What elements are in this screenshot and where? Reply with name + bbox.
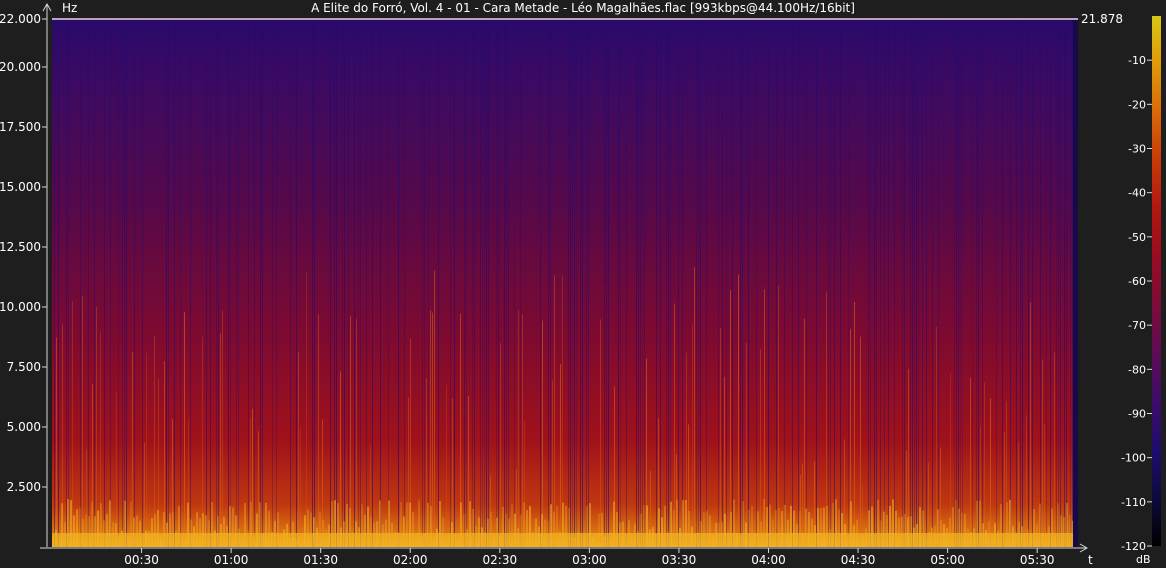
y-axis-label: Hz bbox=[62, 1, 77, 15]
x-tick-label: 03:30 bbox=[662, 553, 697, 567]
colorbar-tick-label: -80 bbox=[1128, 363, 1146, 376]
colorbar-tick-label: -20 bbox=[1128, 98, 1146, 111]
y-tick-label: 7.500 bbox=[7, 360, 41, 374]
spectrogram-area bbox=[52, 19, 1078, 547]
spectrogram-chart: A Elite do Forró, Vol. 4 - 01 - Cara Met… bbox=[0, 1, 1161, 567]
cutoff-label: 21.878 bbox=[1081, 12, 1123, 26]
x-tick-label: 01:30 bbox=[303, 553, 338, 567]
colorbar-tick-label: -10 bbox=[1128, 54, 1146, 67]
y-tick-label: 2.500 bbox=[7, 480, 41, 494]
x-tick-label: 05:00 bbox=[930, 553, 965, 567]
colorbar-tick-label: -40 bbox=[1128, 187, 1146, 200]
chart-title: A Elite do Forró, Vol. 4 - 01 - Cara Met… bbox=[311, 1, 855, 15]
y-tick-label: 22.000 bbox=[0, 12, 41, 26]
x-tick-label: 00:30 bbox=[124, 553, 159, 567]
x-tick-label: 02:30 bbox=[483, 553, 518, 567]
colorbar-tick-label: -100 bbox=[1121, 452, 1146, 465]
colorbar-tick-label: -30 bbox=[1128, 143, 1146, 156]
x-tick-label: 03:00 bbox=[572, 553, 607, 567]
x-tick-label: 05:30 bbox=[1020, 553, 1055, 567]
x-tick-label: 01:00 bbox=[214, 553, 249, 567]
x-tick-label: 02:00 bbox=[393, 553, 428, 567]
x-axis-ticks: 00:30 01:00 01:30 02:00 02:30 03:00 03:30 04:00… bbox=[124, 548, 1054, 567]
y-tick-label: 5.000 bbox=[7, 420, 41, 434]
colorbar: -10-20-30-40-50-60-70-80-90-100-110-120 … bbox=[1121, 16, 1161, 566]
y-tick-label: 17.500 bbox=[0, 120, 41, 134]
y-axis-ticks: 22.000 20.000 17.500 15.000 12.500 10.000 7.50… bbox=[0, 12, 47, 494]
y-tick-label: 15.000 bbox=[0, 180, 41, 194]
colorbar-tick-label: -50 bbox=[1128, 231, 1146, 244]
colorbar-tick-label: -90 bbox=[1128, 408, 1146, 421]
colorbar-tick-label: -70 bbox=[1128, 319, 1146, 332]
colorbar-label: dB bbox=[1136, 553, 1151, 566]
x-tick-label: 04:00 bbox=[751, 553, 786, 567]
colorbar-tick-label: -110 bbox=[1121, 496, 1146, 509]
y-tick-label: 10.000 bbox=[0, 300, 41, 314]
x-tick-label: 04:30 bbox=[841, 553, 876, 567]
colorbar-tick-label: -120 bbox=[1121, 540, 1146, 553]
y-tick-label: 12.500 bbox=[0, 240, 41, 254]
colorbar-tick-label: -60 bbox=[1128, 275, 1146, 288]
x-axis-label: t bbox=[1088, 553, 1093, 567]
y-tick-label: 20.000 bbox=[0, 60, 41, 74]
